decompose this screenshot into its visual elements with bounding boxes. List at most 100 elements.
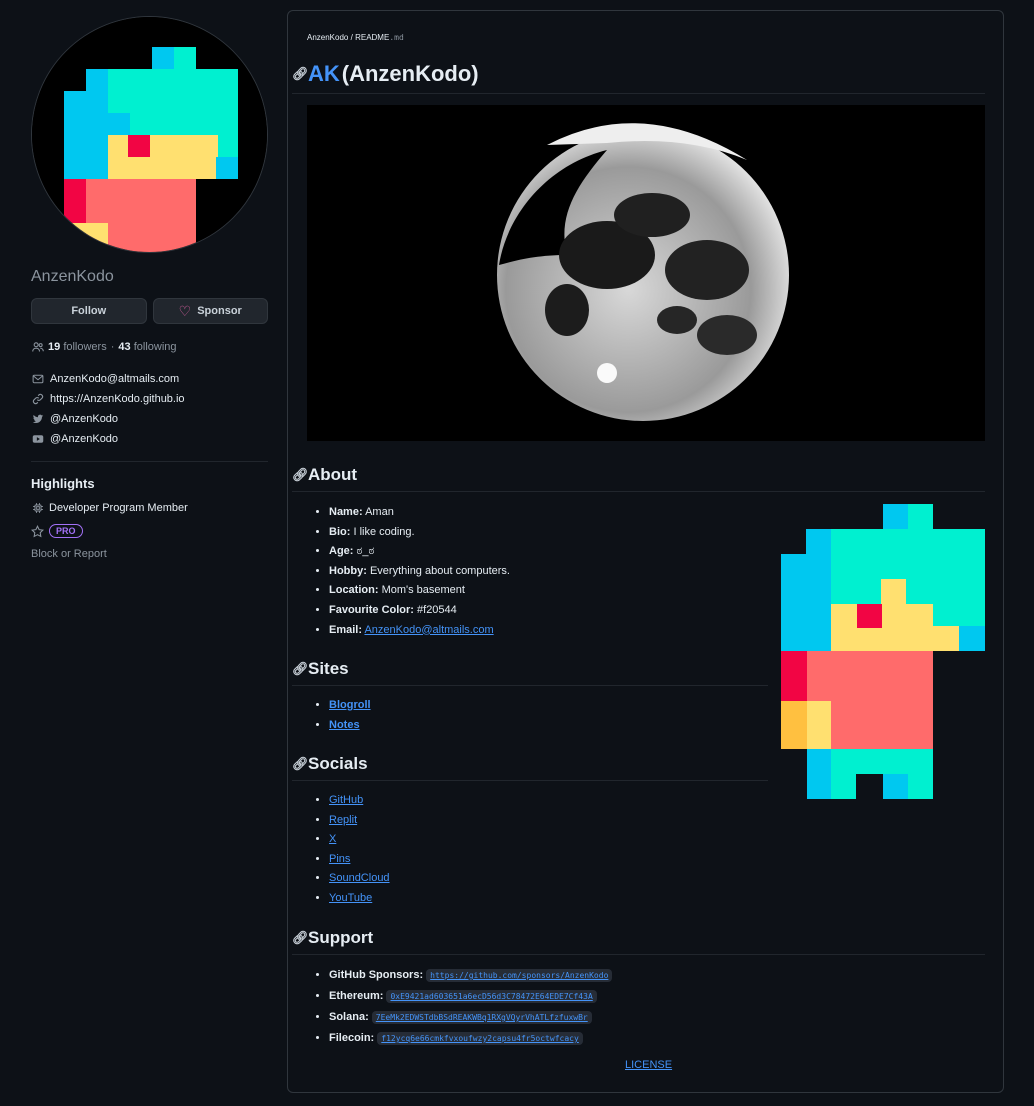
pro-badge: PRO — [49, 524, 83, 538]
about-value: Aman — [365, 506, 394, 518]
solana-address[interactable]: 7EeMk2EDWSTdbBSdREAKWBq1RXgVQyrVhATLfzfu… — [371, 1011, 592, 1024]
contact-email[interactable]: AnzenKodo@altmails.com — [31, 369, 268, 389]
sites-list: Blogroll Notes — [329, 696, 371, 735]
list-item: Hobby: Everything about computers. — [329, 562, 510, 582]
link-icon — [31, 393, 44, 406]
readme-panel: AnzenKodo / README.md 🔗︎ AK(AnzenKodo) — [287, 10, 1004, 1093]
list-item: Replit — [329, 811, 390, 831]
breadcrumb-ext: .md — [389, 33, 404, 42]
about-list: Name: Aman Bio: I like coding. Age: ಠ_ಠ … — [329, 503, 510, 640]
list-item: SoundCloud — [329, 869, 390, 889]
list-item: YouTube — [329, 889, 390, 909]
sites-heading: 🔗︎ Sites — [292, 659, 768, 686]
avatar[interactable] — [31, 16, 268, 253]
youtube-icon — [31, 433, 44, 446]
list-item: GitHub Sponsors: https://github.com/spon… — [329, 965, 613, 986]
about-heading-text: About — [308, 465, 358, 484]
following-count: 43 — [118, 340, 131, 353]
support-heading-text: Support — [308, 928, 374, 947]
ethereum-address[interactable]: 0xE9421ad603651a6ecD56d3C78472E64EDE7Cf4… — [386, 990, 597, 1003]
title-rest: (AnzenKodo) — [341, 61, 479, 86]
filecoin-address[interactable]: f12ycq6e66cmkfvxoufwzy2capsu4fr5octwfcac… — [377, 1032, 583, 1045]
email-link[interactable]: AnzenKodo@altmails.com — [364, 624, 493, 636]
notes-link[interactable]: Notes — [329, 719, 360, 731]
follow-button[interactable]: Follow — [31, 298, 147, 324]
youtube-link[interactable]: YouTube — [329, 892, 372, 904]
about-label: Hobby: — [329, 564, 367, 577]
twitter-icon — [31, 413, 44, 426]
following-label: following — [133, 340, 177, 353]
list-item: Age: ಠ_ಠ — [329, 542, 510, 562]
list-item: Favourite Color: #f20544 — [329, 601, 510, 621]
youtube-text: @AnzenKodo — [50, 433, 119, 445]
twitter-text: @AnzenKodo — [50, 413, 119, 425]
support-label: Filecoin: — [329, 1032, 375, 1044]
anchor-link-icon[interactable]: 🔗︎ — [292, 467, 309, 483]
list-item: Filecoin: f12ycq6e66cmkfvxoufwzy2capsu4f… — [329, 1028, 612, 1049]
moon-banner-image — [307, 105, 985, 441]
soundcloud-link[interactable]: SoundCloud — [329, 872, 390, 884]
avatar-pixel-art — [32, 17, 267, 252]
followers-label: followers — [63, 340, 107, 353]
about-value: ಠ_ಠ — [356, 545, 375, 558]
list-item: Email: AnzenKodo@altmails.com — [329, 621, 510, 641]
github-link[interactable]: GitHub — [329, 794, 363, 806]
follow-separator: · — [110, 340, 115, 353]
anchor-link-icon[interactable]: 🔗︎ — [292, 756, 309, 772]
license-link[interactable]: LICENSE — [625, 1059, 672, 1071]
pro-item: PRO — [31, 524, 268, 538]
sidebar-divider — [31, 461, 268, 462]
readme-title: 🔗︎ AK (AnzenKodo) — [292, 61, 985, 94]
contact-twitter[interactable]: @AnzenKodo — [31, 409, 268, 429]
about-label: Name: — [329, 506, 363, 518]
followers-count: 19 — [48, 340, 61, 353]
list-item: Pins — [329, 850, 390, 870]
anchor-link-icon[interactable]: 🔗︎ — [292, 661, 309, 677]
list-item: Solana: 7EeMk2EDWSTdbBSdREAKWBq1RXgVQyrV… — [329, 1007, 612, 1028]
about-value: I like coding. — [353, 525, 415, 538]
breadcrumb-user[interactable]: AnzenKodo — [307, 33, 348, 42]
list-item: Name: Aman — [329, 503, 510, 523]
about-label: Age: — [329, 545, 354, 558]
breadcrumb-file[interactable]: README — [355, 33, 389, 42]
about-label: Bio: — [329, 525, 351, 538]
support-list: GitHub Sponsors: https://github.com/spon… — [329, 965, 613, 1049]
follow-button-label: Follow — [71, 305, 107, 317]
pins-link[interactable]: Pins — [329, 853, 350, 865]
breadcrumb-separator: / — [350, 33, 353, 42]
replit-link[interactable]: Replit — [329, 814, 357, 826]
readme-breadcrumb: AnzenKodo / README.md — [307, 33, 404, 42]
list-item: Location: Mom's basement — [329, 581, 510, 601]
support-heading: 🔗︎ Support — [292, 928, 985, 955]
blogroll-link[interactable]: Blogroll — [329, 699, 371, 711]
pixel-character-image — [781, 504, 985, 799]
star-icon — [31, 524, 44, 538]
followers-link[interactable]: 19 followers — [48, 341, 107, 353]
x-link[interactable]: X — [329, 833, 336, 845]
sponsor-button[interactable]: ♡ Sponsor — [152, 298, 268, 324]
block-report-link[interactable]: Block or Report — [31, 548, 268, 560]
support-label: GitHub Sponsors: — [329, 969, 424, 981]
socials-heading-text: Socials — [308, 754, 368, 773]
about-label: Favourite Color: — [329, 603, 414, 616]
list-item: Ethereum: 0xE9421ad603651a6ecD56d3C78472… — [329, 986, 612, 1007]
about-value: #f20544 — [417, 603, 457, 616]
contact-website[interactable]: https://AnzenKodo.github.io — [31, 389, 268, 409]
developer-program-item[interactable]: Developer Program Member — [31, 501, 268, 514]
support-label: Ethereum: — [329, 990, 384, 1002]
website-text: https://AnzenKodo.github.io — [50, 393, 185, 405]
socials-heading: 🔗︎ Socials — [292, 754, 768, 781]
anchor-link-icon[interactable]: 🔗︎ — [292, 66, 309, 82]
about-value: Everything about computers. — [369, 564, 510, 577]
anchor-link-icon[interactable]: 🔗︎ — [292, 930, 309, 946]
socials-list: GitHub Replit X Pins SoundCloud YouTube — [329, 791, 390, 909]
profile-contacts: AnzenKodo@altmails.com https://AnzenKodo… — [31, 369, 268, 449]
contact-youtube[interactable]: @AnzenKodo — [31, 429, 268, 449]
about-heading: 🔗︎ About — [292, 465, 985, 492]
profile-actions: Follow ♡ Sponsor — [31, 298, 268, 324]
developer-program-label: Developer Program Member — [49, 501, 188, 514]
about-label: Email: — [329, 623, 363, 636]
following-link[interactable]: 43 following — [118, 341, 176, 353]
about-label: Location: — [329, 584, 379, 597]
github-sponsors-link[interactable]: https://github.com/sponsors/AnzenKodo — [426, 969, 613, 982]
